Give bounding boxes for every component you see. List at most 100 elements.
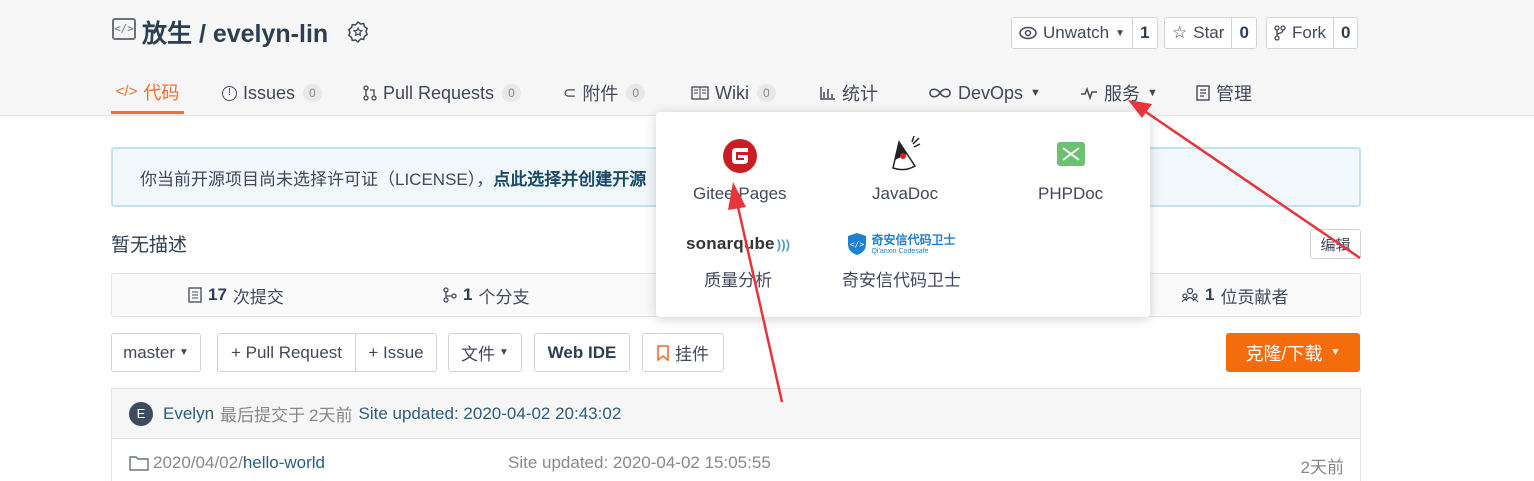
tab-services-label: 服务	[1104, 84, 1140, 104]
contributors-icon	[1181, 287, 1199, 303]
file-name[interactable]: 2020/04/02/hello-world	[129, 453, 325, 473]
commit-log-icon	[188, 287, 202, 303]
service-phpdoc-label: PHPDoc	[1038, 184, 1104, 203]
tab-issues-count: 0	[303, 84, 322, 102]
service-gitee-pages[interactable]: Gitee Pages	[693, 138, 787, 204]
tab-devops-label: DevOps	[958, 82, 1024, 103]
code-icon: </>	[115, 83, 138, 100]
branch-select[interactable]: master ▼	[111, 333, 201, 372]
fork-label: Fork	[1292, 23, 1326, 42]
commits-stat[interactable]: 17 次提交	[188, 274, 284, 316]
service-qianxin-codesafe[interactable]: </> 奇安信代码卫士 Qi'anxin Codesafe 奇安信代码卫士	[842, 230, 961, 291]
branches-stat[interactable]: 1 个分支	[443, 274, 529, 316]
sonarqube-logo-icon: sonarqube)))	[686, 234, 791, 253]
tab-attachments[interactable]: ⊂ 附件 0	[563, 72, 646, 114]
paperclip-icon: ⊂	[563, 85, 577, 102]
widget-label: 挂件	[675, 345, 709, 364]
file-path-prefix: 2020/04/02/	[153, 453, 243, 472]
infinity-icon	[929, 88, 951, 98]
repo-title[interactable]: 放生 / evelyn-lin	[142, 14, 328, 50]
tab-issues-label: Issues	[243, 82, 296, 103]
edit-description-button[interactable]: 编辑	[1310, 229, 1361, 259]
tab-wiki[interactable]: Wiki 0	[691, 72, 776, 114]
web-ide-button[interactable]: Web IDE	[534, 333, 630, 372]
unwatch-button[interactable]: Unwatch ▼ 1	[1011, 17, 1158, 49]
widget-button[interactable]: 挂件	[642, 333, 724, 372]
service-javadoc-label: JavaDoc	[872, 184, 939, 203]
tab-manage[interactable]: 管理	[1196, 72, 1252, 114]
branches-count: 1	[463, 285, 473, 304]
star-button[interactable]: ☆ Star 0	[1164, 17, 1257, 49]
repo-header: </> 放生 / evelyn-lin Unwatch ▼ 1 ☆ Star 0…	[0, 0, 1534, 116]
java-duke-icon	[892, 136, 921, 171]
star-label: Star	[1193, 23, 1225, 42]
avatar[interactable]: E	[129, 401, 153, 426]
commit-author[interactable]: Evelyn	[163, 404, 214, 424]
tab-services[interactable]: 服务 ▼	[1080, 72, 1158, 114]
service-sonarqube[interactable]: sonarqube))) 质量分析	[686, 230, 790, 291]
caret-down-icon: ▼	[1030, 87, 1041, 99]
watch-count[interactable]: 1	[1132, 18, 1156, 48]
recommended-badge-icon[interactable]	[346, 20, 370, 44]
new-issue-button[interactable]: + Issue	[355, 333, 437, 372]
pulse-icon	[1081, 86, 1097, 100]
caret-down-icon: ▼	[499, 347, 509, 358]
commit-time: 2天前	[309, 406, 353, 425]
unwatch-label: Unwatch	[1043, 23, 1110, 42]
gitee-logo-icon	[722, 139, 757, 173]
phpdoc-logo-icon	[1056, 142, 1085, 166]
file-path-name[interactable]: hello-world	[243, 453, 325, 473]
service-javadoc[interactable]: JavaDoc	[872, 136, 938, 204]
commits-count: 17	[208, 285, 227, 304]
service-gitee-pages-label: Gitee Pages	[693, 184, 787, 203]
latest-commit-bar: E Evelyn 最后提交于 2天前 Site updated: 2020-04…	[111, 388, 1361, 438]
services-dropdown-menu: Gitee Pages JavaDoc PHPDoc sonarqube))) …	[656, 112, 1150, 317]
commit-meta: 最后提交于	[220, 406, 306, 425]
contributors-stat[interactable]: 1 位贡献者	[1181, 274, 1288, 316]
tab-code-label: 代码	[143, 82, 180, 103]
code-repo-icon: </>	[112, 18, 136, 40]
fork-icon	[1274, 25, 1286, 41]
files-menu-button[interactable]: 文件 ▼	[448, 333, 522, 372]
fork-button[interactable]: Fork 0	[1266, 17, 1359, 49]
commit-message[interactable]: Site updated: 2020-04-02 20:43:02	[359, 404, 622, 424]
tab-wiki-count: 0	[757, 84, 776, 102]
tab-wiki-label: Wiki	[715, 82, 749, 103]
eye-icon	[1019, 26, 1037, 40]
table-row: 2020/04/02/hello-world Site updated: 202…	[111, 438, 1361, 481]
tab-devops[interactable]: DevOps ▼	[928, 72, 1041, 114]
svg-text:</>: </>	[850, 240, 865, 249]
tab-stats[interactable]: 统计	[820, 72, 878, 114]
issue-icon: !	[222, 85, 237, 101]
tab-stats-label: 统计	[842, 84, 878, 104]
tab-pull-requests-label: Pull Requests	[383, 82, 495, 103]
new-pull-request-button[interactable]: + Pull Request	[217, 333, 356, 372]
tab-issues[interactable]: ! Issues 0	[222, 72, 322, 114]
fork-count[interactable]: 0	[1333, 18, 1357, 48]
clone-download-button[interactable]: 克隆/下载 ▼	[1226, 333, 1360, 372]
tab-attachments-label: 附件	[582, 84, 619, 104]
bookmark-icon	[657, 344, 669, 361]
caret-down-icon: ▼	[1330, 347, 1341, 358]
tab-pull-requests[interactable]: Pull Requests 0	[363, 72, 521, 114]
contributors-label: 位贡献者	[1220, 287, 1289, 307]
file-commit-time: 2天前	[1300, 458, 1344, 477]
folder-icon	[129, 456, 149, 471]
branch-icon	[443, 287, 457, 303]
branches-label: 个分支	[478, 287, 530, 307]
star-icon: ☆	[1172, 23, 1188, 42]
commits-label: 次提交	[232, 287, 284, 307]
qianxin-logo-icon: </> 奇安信代码卫士 Qi'anxin Codesafe	[848, 232, 956, 255]
document-settings-icon	[1196, 85, 1210, 101]
service-phpdoc[interactable]: PHPDoc	[1038, 138, 1103, 204]
files-menu-label: 文件	[461, 345, 496, 364]
service-sonarqube-label: 质量分析	[704, 271, 773, 290]
tab-code[interactable]: </> 代码	[111, 72, 184, 114]
license-create-link[interactable]: 点此选择并创建开源	[493, 165, 646, 190]
caret-down-icon: ▼	[1147, 87, 1158, 99]
star-count[interactable]: 0	[1231, 18, 1255, 48]
tab-manage-label: 管理	[1216, 84, 1252, 104]
pull-request-icon	[363, 85, 377, 101]
tab-attachments-count: 0	[626, 84, 646, 102]
file-commit-message[interactable]: Site updated: 2020-04-02 15:05:55	[508, 453, 771, 473]
